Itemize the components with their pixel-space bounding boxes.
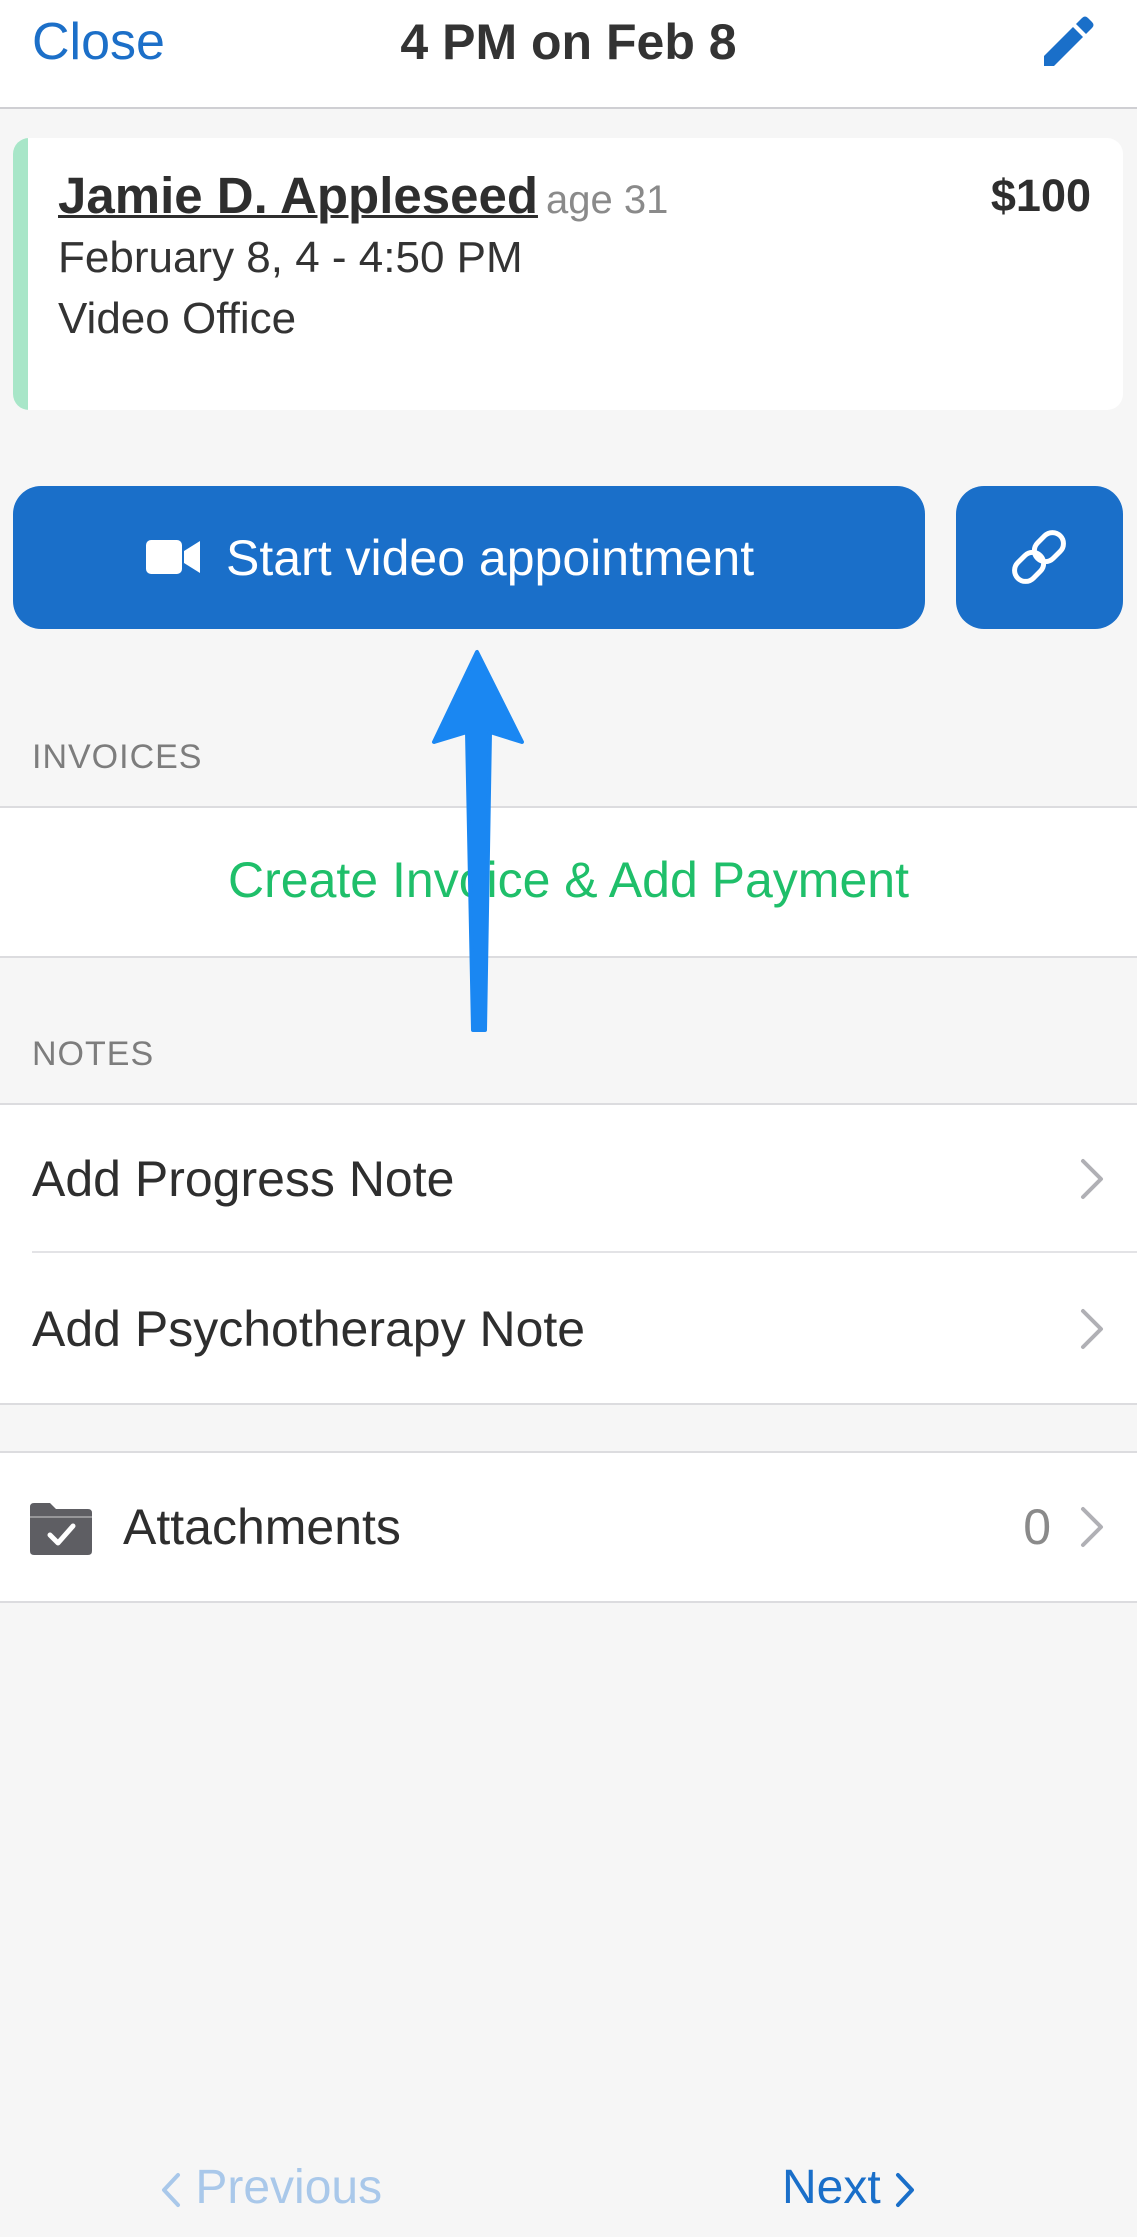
add-psychotherapy-note-row[interactable]: Add Psychotherapy Note bbox=[0, 1255, 1137, 1403]
chevron-right-icon bbox=[1081, 1159, 1103, 1199]
start-video-label: Start video appointment bbox=[226, 530, 755, 586]
page-title: 4 PM on Feb 8 bbox=[400, 14, 737, 70]
previous-button[interactable]: Previous bbox=[160, 2160, 382, 2216]
attachments-group: Attachments 0 bbox=[0, 1451, 1137, 1603]
client-name-link[interactable]: Jamie D. Appleseed bbox=[58, 167, 538, 224]
chevron-right-icon bbox=[1081, 1309, 1103, 1349]
folder-check-icon bbox=[30, 1503, 92, 1555]
attachments-label: Attachments bbox=[123, 1499, 401, 1555]
appointment-date-time: February 8, 4 - 4:50 PM bbox=[58, 233, 523, 282]
appointment-price: $100 bbox=[990, 170, 1091, 221]
next-button[interactable]: Next bbox=[782, 2160, 916, 2216]
invoices-section-header: INVOICES bbox=[32, 738, 203, 776]
notes-group: Add Progress Note Add Psychotherapy Note bbox=[0, 1103, 1137, 1405]
next-label: Next bbox=[782, 2161, 881, 2214]
appointment-location: Video Office bbox=[58, 294, 297, 343]
copy-link-button[interactable] bbox=[956, 486, 1123, 629]
edit-button[interactable] bbox=[1036, 10, 1100, 74]
create-invoice-button[interactable]: Create Invoice & Add Payment bbox=[0, 850, 1137, 910]
video-camera-icon bbox=[146, 540, 200, 574]
appointment-card: Jamie D. Appleseed age 31 February 8, 4 -… bbox=[13, 138, 1123, 410]
chevron-left-icon bbox=[162, 2173, 180, 2208]
previous-label: Previous bbox=[195, 2161, 383, 2214]
navigation-bar: Close 4 PM on Feb 8 bbox=[0, 0, 1137, 109]
status-accent-bar bbox=[13, 138, 28, 410]
link-icon bbox=[1012, 530, 1066, 584]
row-divider bbox=[32, 1251, 1137, 1253]
pencil-icon bbox=[1044, 16, 1094, 66]
add-progress-note-row[interactable]: Add Progress Note bbox=[0, 1105, 1137, 1253]
add-psychotherapy-note-label: Add Psychotherapy Note bbox=[32, 1301, 586, 1357]
start-video-appointment-button[interactable]: Start video appointment bbox=[13, 486, 925, 629]
client-age: age 31 bbox=[545, 178, 669, 222]
client-line: Jamie D. Appleseed age 31 bbox=[58, 168, 668, 228]
add-progress-note-label: Add Progress Note bbox=[32, 1151, 455, 1207]
notes-section-header: NOTES bbox=[32, 1035, 155, 1073]
chevron-right-icon bbox=[896, 2173, 915, 2208]
attachments-count: 0 bbox=[1023, 1499, 1051, 1555]
attachments-row[interactable]: Attachments 0 bbox=[0, 1453, 1137, 1601]
chevron-right-icon bbox=[1081, 1507, 1103, 1547]
invoices-group: Create Invoice & Add Payment bbox=[0, 806, 1137, 958]
